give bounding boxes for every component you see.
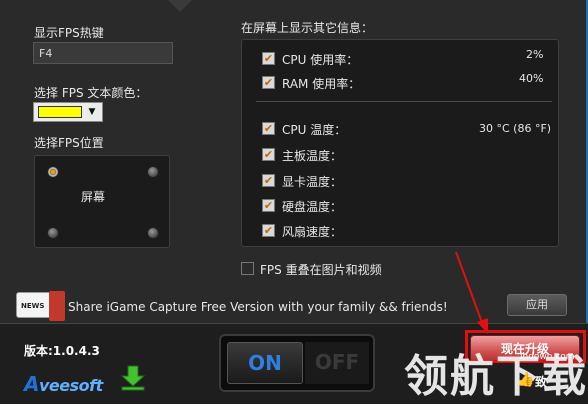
- color-label: 选择 FPS 文本颜色：: [34, 86, 148, 100]
- position-radio-top-right[interactable]: [147, 166, 159, 178]
- info-divider: [256, 101, 552, 102]
- hotkey-label: 显示FPS热键: [34, 26, 104, 40]
- color-swatch: [38, 106, 82, 118]
- overlay-label: FPS 重叠在图片和视频: [260, 263, 382, 277]
- info-item-value: 40%: [519, 72, 544, 85]
- checkbox-overlay[interactable]: [241, 262, 254, 275]
- info-item-cpu-temp[interactable]: ✔: [262, 122, 275, 135]
- news-icon[interactable]: NEWS: [16, 291, 65, 321]
- position-radio-bottom-right[interactable]: [147, 227, 159, 239]
- watermark-badge: 致: [535, 375, 548, 389]
- apply-button[interactable]: 应用: [507, 294, 567, 316]
- overlay-checkbox[interactable]: [241, 262, 254, 275]
- info-item-label: 风扇速度：: [282, 225, 343, 239]
- checkbox-cpu-usage[interactable]: ✔: [262, 52, 275, 65]
- position-radio-top-left[interactable]: [47, 166, 59, 178]
- info-item-fan-speed[interactable]: ✔: [262, 224, 275, 237]
- info-item-label: 显卡温度：: [282, 175, 343, 189]
- veesoft-logo[interactable]: Aveesoft: [24, 372, 103, 396]
- position-radio-bottom-left[interactable]: [47, 227, 59, 239]
- position-label: 选择FPS位置: [34, 136, 104, 150]
- info-item-mb-temp[interactable]: ✔: [262, 148, 275, 161]
- checkbox-fan-speed[interactable]: ✔: [262, 224, 275, 237]
- info-item-value: 30 °C (86 °F): [479, 122, 552, 135]
- checkbox-ram-usage[interactable]: ✔: [262, 76, 275, 89]
- info-item-label: RAM 使用率：: [282, 77, 361, 91]
- checkbox-gpu-temp[interactable]: ✔: [262, 174, 275, 187]
- veesoft-logo-text: veesoft: [38, 376, 103, 395]
- position-picker: 屏幕: [34, 155, 170, 248]
- info-item-label: CPU 温度：: [282, 123, 347, 137]
- annotation-arrow: [455, 251, 488, 334]
- info-item-cpu-usage[interactable]: ✔: [262, 52, 275, 65]
- info-item-label: 硬盘温度：: [282, 200, 343, 214]
- toggle-on-button[interactable]: ON: [227, 342, 303, 384]
- news-icon-text: NEWS: [21, 302, 45, 310]
- info-item-gpu-temp[interactable]: ✔: [262, 174, 275, 187]
- info-item-value: 2%: [526, 48, 544, 61]
- chevron-down-icon: ▼: [88, 107, 96, 117]
- info-panel: [241, 39, 559, 247]
- watermark-text: 领航下载: [404, 351, 588, 402]
- thumbs-up-icon: 👍: [517, 372, 535, 388]
- info-heading: 在屏幕上显示其它信息：: [241, 21, 374, 35]
- info-item-label: CPU 使用率：: [282, 53, 359, 67]
- info-item-hdd-temp[interactable]: ✔: [262, 199, 275, 212]
- checkbox-hdd-temp[interactable]: ✔: [262, 199, 275, 212]
- watermark-url: lhdown.com: [520, 352, 575, 362]
- version-label: 版本:1.0.4.3: [24, 344, 100, 358]
- fps-toggle[interactable]: ON OFF: [219, 334, 375, 392]
- hotkey-input[interactable]: [33, 42, 173, 64]
- position-center-label: 屏幕: [81, 190, 106, 204]
- color-select[interactable]: ▼: [33, 102, 103, 122]
- tab-notch: [168, 0, 192, 12]
- checkbox-cpu-temp[interactable]: ✔: [262, 122, 275, 135]
- toggle-off-button[interactable]: OFF: [305, 342, 369, 384]
- veesoft-logo-mark: A: [24, 372, 39, 396]
- checkbox-mb-temp[interactable]: ✔: [262, 148, 275, 161]
- info-item-label: 主板温度：: [282, 149, 343, 163]
- info-item-ram-usage[interactable]: ✔: [262, 76, 275, 89]
- download-icon[interactable]: [119, 364, 147, 392]
- mailbox-flag-icon: [49, 291, 65, 321]
- news-message[interactable]: Share iGame Capture Free Version with yo…: [68, 300, 448, 314]
